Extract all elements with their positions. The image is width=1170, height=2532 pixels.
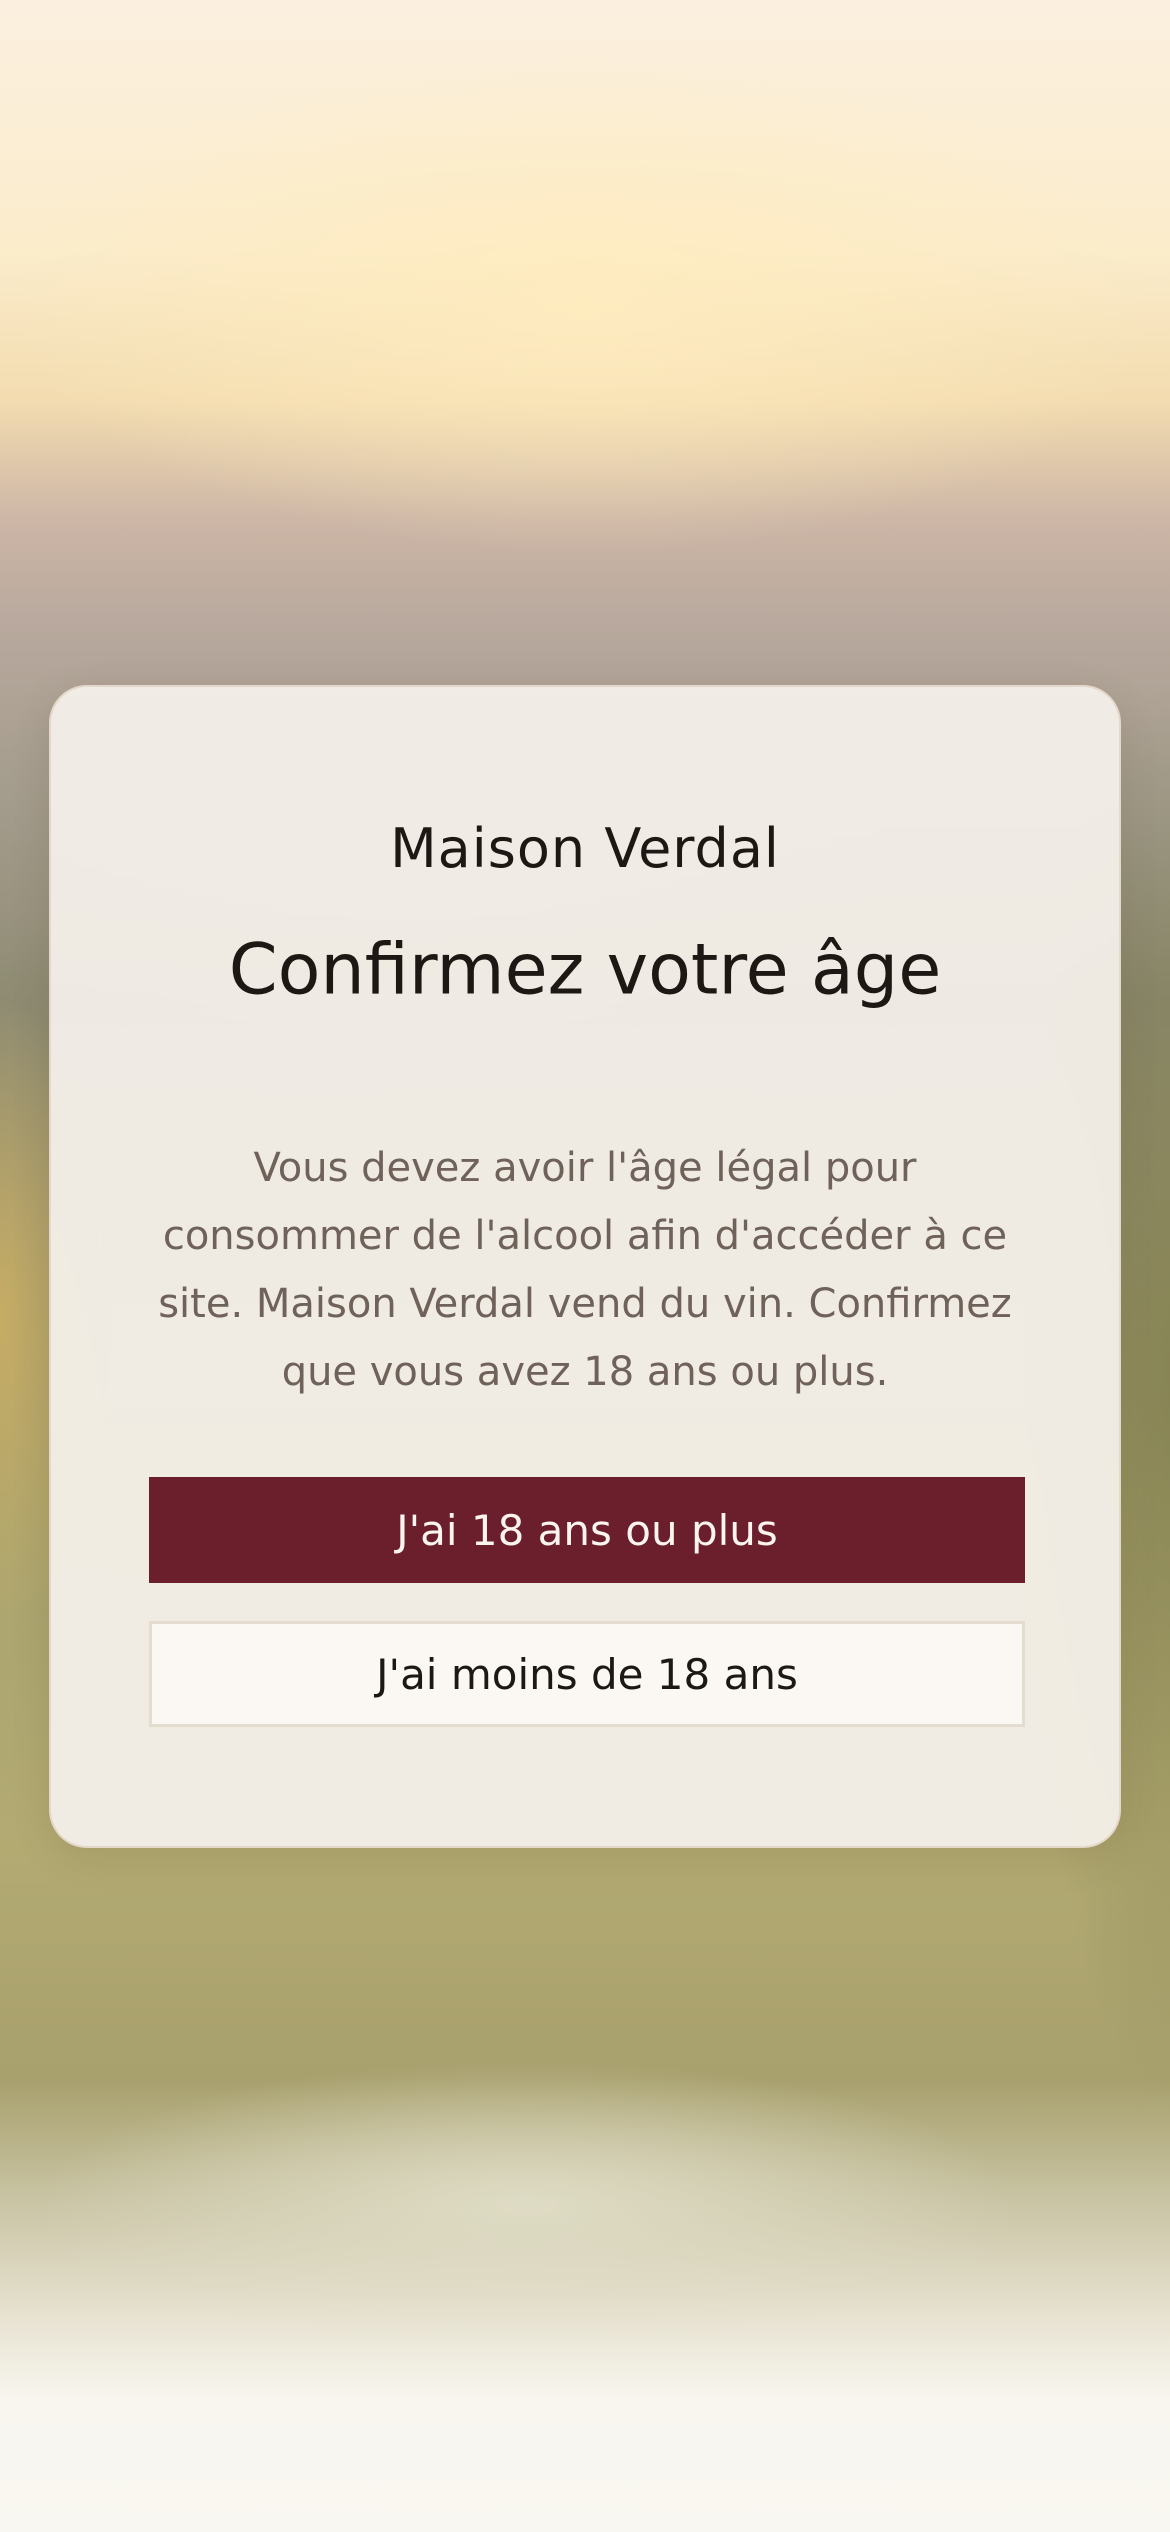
- dialog-title: Confirmez votre âge: [228, 928, 942, 1011]
- decline-age-button[interactable]: J'ai moins de 18 ans: [149, 1621, 1025, 1727]
- age-verification-dialog: Maison Verdal Confirmez votre âge Vous d…: [49, 685, 1121, 1848]
- confirm-age-button[interactable]: J'ai 18 ans ou plus: [149, 1477, 1025, 1583]
- dialog-description: Vous devez avoir l'âge légal pour consom…: [158, 1145, 1012, 1395]
- brand-name: Maison Verdal: [390, 817, 780, 880]
